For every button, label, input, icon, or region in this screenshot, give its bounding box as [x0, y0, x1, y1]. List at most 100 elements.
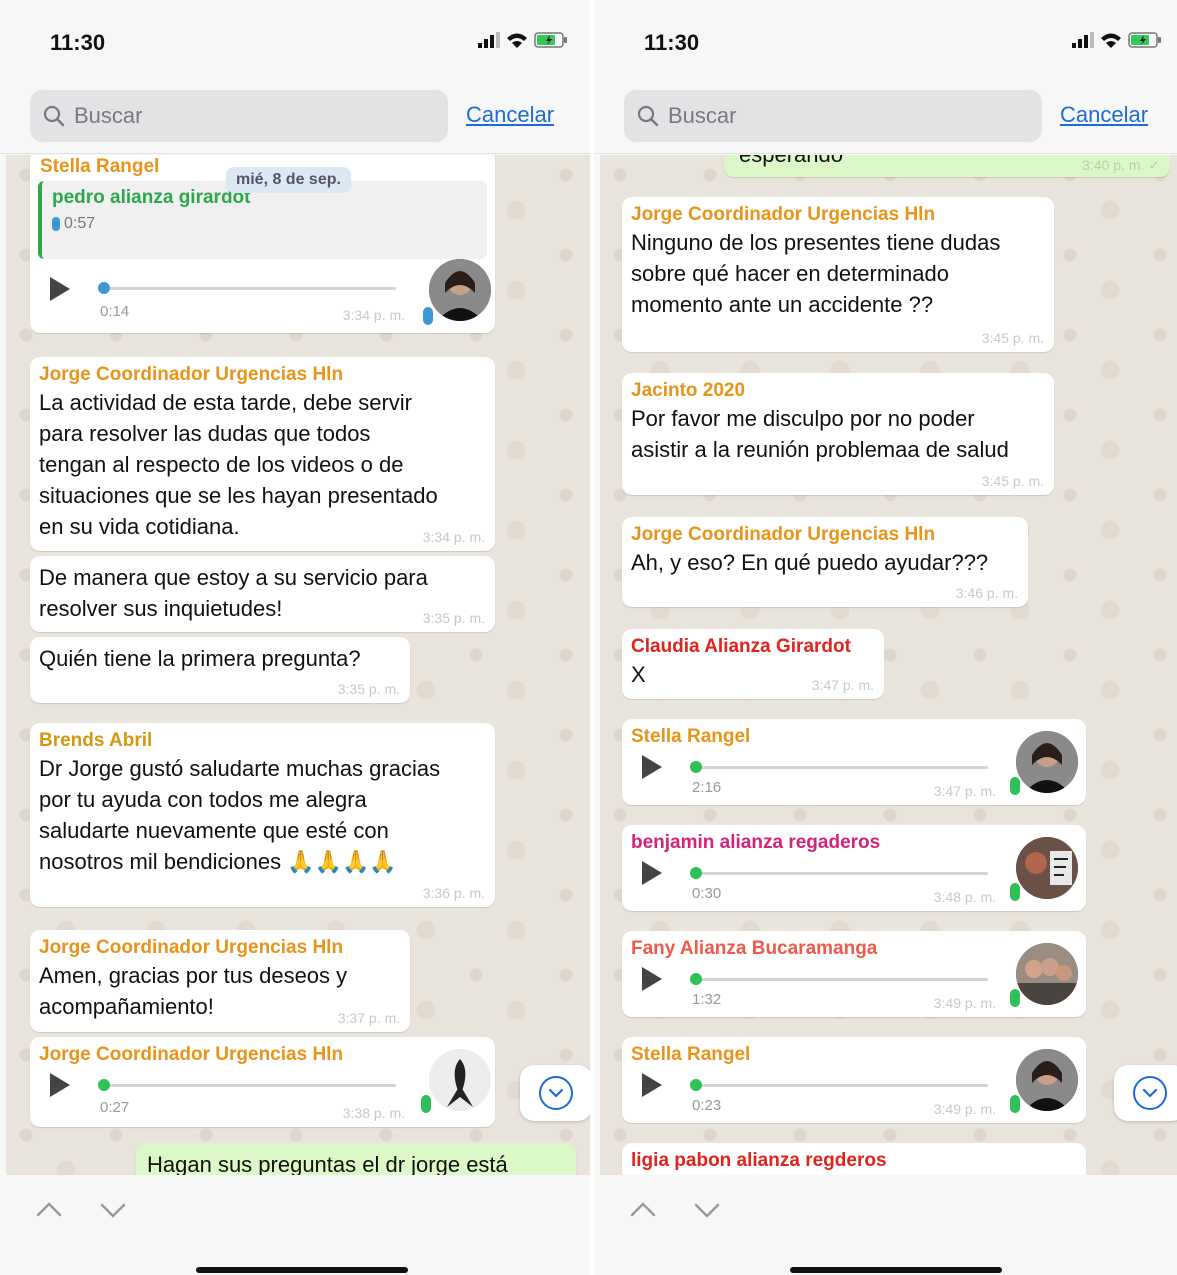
message-bubble[interactable]: Quién tiene la primera pregunta? 3:35 p.… [30, 637, 410, 703]
message-sender: benjamin alianza regaderos [631, 832, 881, 853]
message-time: 3:35 p. m. [337, 681, 400, 697]
voice-duration: 0:23 [692, 1097, 722, 1114]
audio-progress-knob[interactable] [690, 973, 702, 985]
audio-progress-track[interactable] [98, 1079, 396, 1091]
message-bubble[interactable]: Jacinto 2020 Por favor me disculpo por n… [622, 373, 1054, 495]
message-text-line: De manera que estoy a su servicio para [39, 565, 428, 590]
wifi-icon [507, 33, 527, 48]
battery-icon [1128, 32, 1161, 48]
voice-player[interactable]: 0:27 [46, 1065, 415, 1135]
audio-progress-knob[interactable] [98, 1079, 110, 1091]
message-time: 3:36 p. m. [422, 885, 485, 901]
home-indicator[interactable] [790, 1267, 1002, 1273]
message-bubble[interactable]: Jorge Coordinador Urgencias Hln Amen, gr… [30, 930, 410, 1032]
chevron-up-icon[interactable] [628, 1195, 658, 1225]
chat-area[interactable]: Stella Rangel pedro alianza girardot 0:5… [6, 155, 590, 1175]
chevron-down-icon[interactable] [692, 1195, 722, 1225]
search-input[interactable]: Buscar [624, 90, 1042, 142]
message-text-line: nosotros mil bendiciones 🙏🙏🙏🙏 [39, 849, 397, 874]
audio-progress-knob[interactable] [690, 867, 702, 879]
message-sender: Stella Rangel [631, 1044, 751, 1065]
audio-progress-track[interactable] [98, 282, 396, 294]
message-bubble-outgoing[interactable]: esperando 3:40 p. m. ✓ [724, 155, 1170, 177]
audio-progress-knob[interactable] [690, 761, 702, 773]
message-sender: Claudia Alianza Girardot [631, 636, 851, 657]
play-icon[interactable] [642, 967, 662, 991]
mic-icon [421, 1095, 431, 1113]
system-icons [478, 32, 568, 48]
message-text-line: Amen, gracias por tus deseos y [39, 963, 348, 988]
audio-progress-track[interactable] [690, 1079, 988, 1091]
search-input[interactable]: Buscar [30, 90, 448, 142]
play-icon[interactable] [642, 755, 662, 779]
message-text-line: momento ante un accidente ?? [631, 292, 934, 317]
system-icons [1072, 32, 1162, 48]
home-indicator[interactable] [196, 1267, 408, 1273]
message-text-line: resolver sus inquietudes! [39, 596, 283, 621]
status-time: 11:30 [644, 30, 700, 55]
voice-duration: 1:32 [692, 991, 722, 1008]
scroll-to-bottom-button[interactable] [1114, 1065, 1177, 1121]
audio-progress-track[interactable] [690, 973, 988, 985]
message-text-line: en su vida cotidiana. [39, 514, 240, 539]
message-sender: ligia pabon alianza regderos [631, 1150, 887, 1171]
chat-area[interactable]: esperando 3:40 p. m. ✓ Jorge Coordinador… [600, 155, 1177, 1175]
message-sender: Stella Rangel [631, 726, 751, 747]
message-text: Quién tiene la primera pregunta? [39, 646, 361, 671]
avatar [1016, 731, 1078, 793]
message-bubble[interactable]: ligia pabon alianza regderos [622, 1143, 1086, 1175]
message-time: 3:49 p. m. [933, 1101, 996, 1117]
search-navigation-bar [0, 1175, 590, 1275]
message-bubble[interactable]: Jorge Coordinador Urgencias Hln Ah, y es… [622, 517, 1028, 607]
message-bubble[interactable]: Jorge Coordinador Urgencias Hln 0:27 3:3… [30, 1037, 495, 1127]
avatar [1016, 943, 1078, 1005]
quoted-duration-text: 0:57 [64, 215, 96, 232]
status-bar: 11:30 [0, 0, 590, 80]
message-sender: Brends Abril [39, 730, 153, 751]
play-icon[interactable] [642, 1073, 662, 1097]
message-bubble[interactable]: Stella Rangel 2:16 3:47 p. m. [622, 719, 1086, 805]
scroll-to-bottom-button[interactable] [520, 1065, 590, 1121]
play-icon[interactable] [642, 861, 662, 885]
message-text-line: saludarte nuevamente que esté con [39, 818, 389, 843]
audio-progress-track[interactable] [690, 761, 988, 773]
search-navigation-bar [594, 1175, 1177, 1275]
scroll-down-icon [1133, 1076, 1167, 1110]
message-text: Ah, y eso? En qué puedo ayudar??? [631, 550, 989, 575]
message-sender: Fany Alianza Bucaramanga [631, 938, 878, 959]
message-text-line: por tu ayuda con todos me alegra [39, 787, 367, 812]
message-sender: Jorge Coordinador Urgencias Hln [39, 1044, 344, 1065]
message-bubble[interactable]: De manera que estoy a su servicio para r… [30, 556, 495, 632]
message-text-line: Dr Jorge gustó saludarte muchas gracias [39, 756, 441, 781]
chevron-up-icon[interactable] [34, 1195, 64, 1225]
message-text-line: La actividad de esta tarde, debe servir [39, 390, 413, 415]
wifi-icon [1101, 33, 1121, 48]
message-bubble[interactable]: Fany Alianza Bucaramanga 1:32 3:49 p. m. [622, 931, 1086, 1017]
audio-progress-knob[interactable] [690, 1079, 702, 1091]
screenshot-pair: 11:30 Buscar Cancelar Stella Rangel pedr… [0, 0, 1177, 1275]
message-time: 3:45 p. m. [981, 330, 1044, 346]
chevron-down-icon[interactable] [98, 1195, 128, 1225]
audio-progress-knob[interactable] [98, 282, 110, 294]
cancel-button[interactable]: Cancelar [466, 102, 554, 128]
message-bubble[interactable]: Jorge Coordinador Urgencias Hln Ninguno … [622, 197, 1054, 352]
message-bubble[interactable]: Claudia Alianza Girardot X 3:47 p. m. [622, 629, 884, 699]
left-phone-screen: 11:30 Buscar Cancelar Stella Rangel pedr… [0, 0, 590, 1275]
play-icon[interactable] [50, 277, 70, 301]
search-icon [43, 105, 65, 127]
message-bubble[interactable]: benjamin alianza regaderos 0:30 3:48 p. … [622, 825, 1086, 911]
voice-duration: 0:30 [692, 885, 722, 902]
message-time: 3:47 p. m. [811, 677, 874, 693]
message-bubble[interactable]: Jorge Coordinador Urgencias Hln La activ… [30, 357, 495, 551]
message-bubble[interactable]: Brends Abril Dr Jorge gustó saludarte mu… [30, 723, 495, 907]
cancel-button[interactable]: Cancelar [1060, 102, 1148, 128]
message-text-line: situaciones que se les hayan presentado [39, 483, 438, 508]
message-bubble-outgoing[interactable]: Hagan sus preguntas el dr jorge está [136, 1143, 576, 1175]
message-bubble[interactable]: Stella Rangel 0:23 3:49 p. m. [622, 1037, 1086, 1123]
audio-progress-track[interactable] [690, 867, 988, 879]
mic-icon [1010, 883, 1020, 901]
battery-icon [534, 32, 567, 48]
message-text: Hagan sus preguntas el dr jorge está [147, 1152, 508, 1175]
play-icon[interactable] [50, 1073, 70, 1097]
message-time: 3:37 p. m. [337, 1010, 400, 1026]
